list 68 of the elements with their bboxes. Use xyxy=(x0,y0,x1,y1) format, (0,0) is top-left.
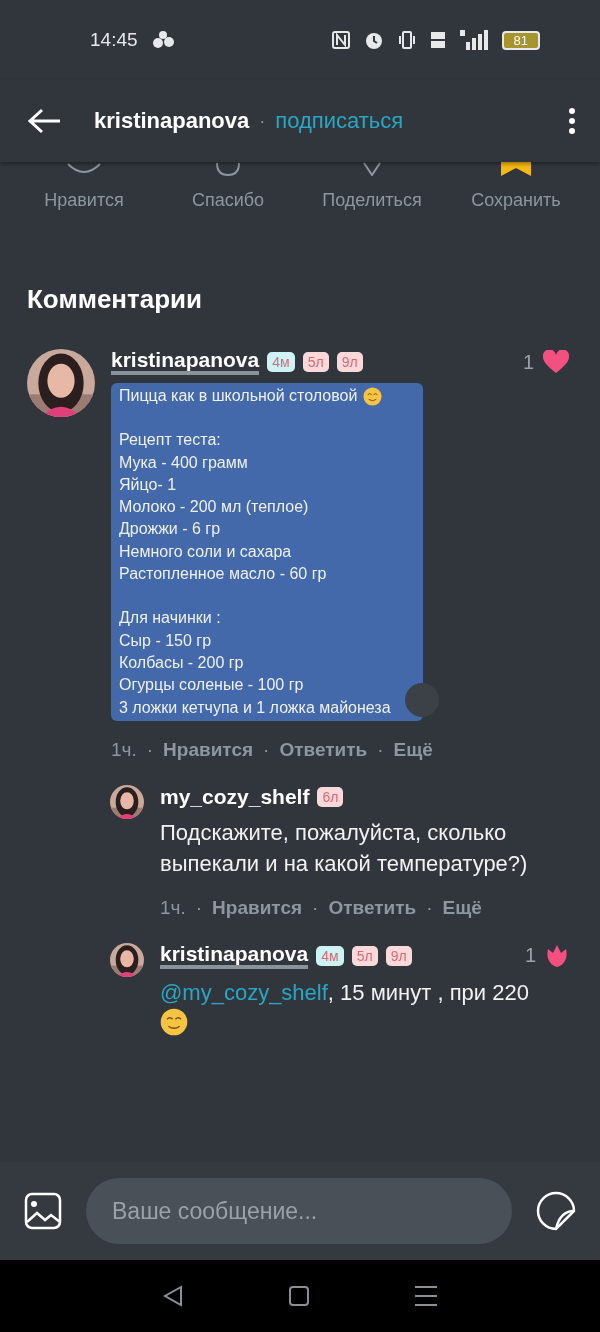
separator-dot: · xyxy=(377,738,384,761)
alarm-icon xyxy=(363,30,384,50)
separator-dot: · xyxy=(259,110,266,132)
bookmark-icon xyxy=(500,162,532,176)
app-notification-icon xyxy=(151,31,174,49)
vibrate-icon xyxy=(397,30,416,50)
comment-action-link[interactable]: Ответить xyxy=(279,738,368,761)
comment-text-line: Сыр - 150 гр xyxy=(119,630,212,651)
battery-level: 81 xyxy=(501,30,540,50)
back-button[interactable] xyxy=(28,108,62,134)
level-badge: 5л xyxy=(302,352,329,372)
separator-dot: · xyxy=(426,896,433,919)
comment-action-link[interactable]: Нравится xyxy=(212,896,303,919)
comment-author[interactable]: kristinapanova xyxy=(160,942,309,969)
comment-text-line: Рецепт теста: xyxy=(119,430,221,451)
comment-author[interactable]: my_cozy_shelf xyxy=(160,784,310,809)
post-action-button[interactable]: Поделиться xyxy=(300,162,444,240)
comment-text-line: 3 ложки кетчупа и 1 ложка майонеза xyxy=(119,697,391,718)
header-username[interactable]: kristinapanova xyxy=(94,108,250,134)
separator-dot: · xyxy=(195,896,203,919)
level-badge: 4м xyxy=(316,945,344,966)
comment-text-line: Молоко - 200 мл (теплое) xyxy=(119,497,309,518)
more-menu-icon[interactable] xyxy=(568,108,576,134)
comment-text-line: Пицца как в школьной столовой xyxy=(119,386,358,406)
like-count: 1 xyxy=(524,944,536,968)
sticker-icon[interactable] xyxy=(536,1191,576,1231)
comment-action-link[interactable]: Ещё xyxy=(442,896,482,919)
signal-icon xyxy=(459,30,488,50)
comment-text: @my_cozy_shelf, 15 минут , при 220 xyxy=(160,979,529,1005)
level-badge: 9л xyxy=(336,352,363,372)
post-action-button[interactable]: Спасибо xyxy=(156,162,300,240)
comment-text-line: Яйцо- 1 xyxy=(119,474,177,495)
separator-dot: · xyxy=(146,738,154,761)
comment-time: 1ч. xyxy=(111,738,137,761)
mention-link[interactable]: @my_cozy_shelf xyxy=(160,979,328,1005)
level-badge: 4м xyxy=(267,352,295,372)
comment-text: Подскажите, пожалуйста, сколько выпекали и на какой температуре?) xyxy=(160,819,528,876)
comment-text-line: Немного соли и сахара xyxy=(119,541,292,562)
clock-time: 14:45 xyxy=(90,29,138,51)
gallery-icon[interactable] xyxy=(24,1192,62,1230)
comment-text-line: Дрожжи - 6 гр xyxy=(119,519,221,540)
back-nav-icon[interactable] xyxy=(162,1285,184,1307)
comment-text-line: Растопленное масло - 60 гр xyxy=(119,564,327,585)
post-action-button[interactable]: Нравится xyxy=(12,162,156,240)
comment-author[interactable]: kristinapanova xyxy=(111,349,260,375)
level-badge: 5л xyxy=(351,945,378,966)
comments-heading: Комментарии xyxy=(27,284,204,315)
comment-text-line: Колбасы - 200 гр xyxy=(119,652,244,673)
home-nav-icon[interactable] xyxy=(288,1285,310,1307)
comment-action-link[interactable]: Ещё xyxy=(393,738,433,761)
separator-dot: · xyxy=(263,738,270,761)
like-count: 1 xyxy=(522,350,534,374)
comment-action-link[interactable]: Ответить xyxy=(328,896,417,919)
comment-action-link[interactable]: Нравится xyxy=(163,738,254,761)
share-icon xyxy=(362,162,382,176)
level-badge: 9л xyxy=(385,945,412,966)
nfc-icon xyxy=(331,31,350,49)
comment-time: 1ч. xyxy=(160,896,186,919)
smile-icon xyxy=(213,162,243,176)
comment-text-line: Огурцы соленые - 100 гр xyxy=(119,675,304,696)
message-input-field[interactable]: Ваше сообщение... xyxy=(86,1178,512,1244)
follow-link[interactable]: подписаться xyxy=(275,108,404,134)
comment-text-line: Мука - 400 грамм xyxy=(119,452,248,473)
comment-text-line: Для начинки : xyxy=(119,608,221,629)
post-action-button[interactable]: Сохранить xyxy=(444,162,588,240)
level-badge: 6л xyxy=(317,786,344,807)
menu-nav-icon[interactable] xyxy=(414,1285,438,1307)
separator-dot: · xyxy=(312,896,319,919)
